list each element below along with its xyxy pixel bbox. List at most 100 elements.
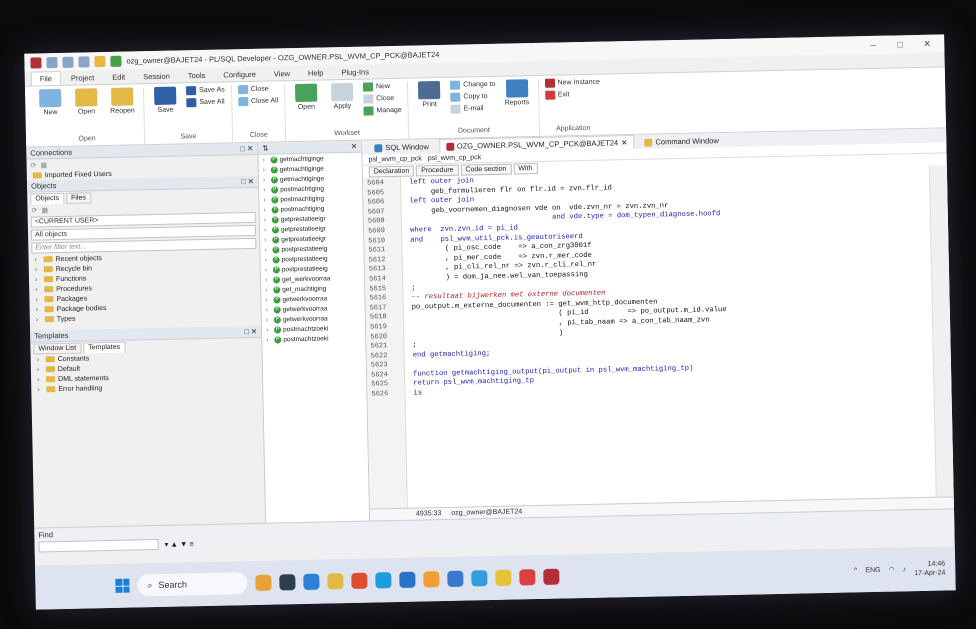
wifi-icon[interactable]: ◠ (888, 566, 894, 574)
file-explorer-icon[interactable] (327, 573, 344, 590)
email-button[interactable]: E-mail (450, 104, 496, 114)
task-view-icon[interactable] (279, 574, 296, 591)
plsql-developer-icon[interactable] (543, 568, 560, 585)
edge-icon[interactable] (375, 572, 392, 589)
filter-icon[interactable]: ▦ (40, 161, 47, 169)
workset-manage-button[interactable]: Manage (363, 106, 402, 116)
workset-apply-button[interactable]: Apply (327, 82, 358, 111)
language-indicator[interactable]: ENG (865, 566, 880, 573)
new-instance-button[interactable]: New Instance (544, 78, 600, 88)
vscode-icon[interactable] (399, 571, 416, 588)
refresh-icon[interactable]: ⟳ (31, 161, 37, 169)
save-button[interactable]: Save (150, 86, 181, 114)
object-list-close-icon[interactable]: ✕ (351, 142, 357, 151)
workset-new-button[interactable]: New (362, 82, 401, 92)
objects-refresh-icon[interactable]: ⟳ (31, 206, 37, 214)
code-editor[interactable]: 5604 5605 5606 5607 5608 5609 5610 5611 5612 5613… (362, 165, 954, 509)
teams-icon[interactable] (303, 573, 320, 590)
expand-icon[interactable]: › (264, 246, 270, 253)
expand-icon[interactable]: › (265, 256, 271, 263)
close-all-button[interactable]: Close All (237, 96, 278, 107)
expand-icon[interactable]: › (265, 266, 271, 273)
sub-tab-spec[interactable]: psl_wvm_cp_pck (368, 155, 421, 163)
clock[interactable]: 14:46 17-Apr-24 (914, 560, 946, 579)
workset-open-button[interactable]: Open (291, 83, 322, 111)
close-doc-button[interactable]: Close (237, 84, 278, 95)
templates-pin-icon[interactable]: □ ✕ (244, 327, 257, 336)
pin-icon[interactable]: □ ✕ (240, 144, 253, 153)
maximize-button[interactable]: □ (889, 39, 911, 49)
tab-view[interactable]: View (266, 67, 298, 81)
tab-templates[interactable]: Templates (83, 341, 126, 354)
volume-icon[interactable]: ♪ (903, 566, 907, 573)
expand-icon[interactable]: › (265, 286, 271, 293)
workset-close-button[interactable]: Close (363, 94, 401, 104)
quick-open-icon[interactable] (62, 56, 74, 68)
chevron-up-icon[interactable]: ^ (854, 567, 857, 574)
exit-button[interactable]: Exit (544, 90, 601, 100)
save-all-button[interactable]: Save All (186, 98, 225, 108)
tab-session[interactable]: Session (135, 69, 178, 83)
expand-icon[interactable]: › (263, 196, 269, 203)
sub-tab-body[interactable]: psl_wvm_cp_pck (428, 154, 481, 162)
minimize-button[interactable]: – (862, 40, 884, 50)
expand-icon[interactable]: › (266, 316, 272, 323)
expand-icon[interactable]: › (264, 206, 270, 213)
app-icon[interactable] (447, 570, 464, 587)
copy-to-button[interactable]: Copy to (450, 92, 495, 102)
objects-filter-icon[interactable]: ▦ (41, 206, 48, 214)
expand-icon[interactable]: › (263, 186, 269, 193)
object-list-item[interactable]: › Ppostmachtzoeki (262, 333, 365, 345)
close-button[interactable]: ✕ (916, 38, 938, 49)
app-icon[interactable] (471, 570, 488, 587)
expand-icon[interactable]: › (265, 296, 271, 303)
code-text[interactable]: left outer join geb_formulieren flr on f… (401, 166, 936, 508)
expand-icon[interactable]: › (264, 236, 270, 243)
quick-execute-icon[interactable] (110, 55, 122, 67)
tab-project[interactable]: Project (63, 71, 103, 85)
tab-configure[interactable]: Configure (215, 68, 264, 82)
templates-title: Templates (34, 330, 69, 341)
reports-button[interactable]: Reports (501, 79, 532, 107)
taskbar-search[interactable]: ⌕ Search (137, 572, 248, 597)
sort-icon[interactable]: ⇅ (262, 144, 268, 153)
tab-plug-ins[interactable]: Plug-Ins (333, 65, 377, 79)
quick-save-icon[interactable] (78, 55, 90, 68)
tab-tools[interactable]: Tools (180, 69, 214, 83)
expand-icon[interactable]: › (266, 326, 272, 333)
tab-file[interactable]: File (30, 70, 62, 86)
widgets-icon[interactable] (255, 574, 272, 591)
expand-icon[interactable]: › (264, 226, 270, 233)
expand-icon[interactable]: › (265, 276, 271, 283)
quick-new-icon[interactable] (46, 56, 58, 68)
tab-close-icon[interactable]: ✕ (621, 138, 627, 147)
reopen-button[interactable]: Reopen (107, 87, 138, 115)
print-button[interactable]: Print (414, 80, 445, 109)
connection-indicator[interactable]: ozg_owner@BAJET24 (451, 508, 522, 516)
app-icon[interactable] (519, 569, 536, 586)
change-to-button[interactable]: Change to (450, 80, 496, 90)
expand-icon[interactable]: › (262, 156, 268, 163)
app-icon[interactable] (495, 569, 512, 586)
expand-icon[interactable]: › (264, 216, 270, 223)
expand-icon[interactable]: › (263, 166, 269, 173)
expand-icon[interactable]: › (266, 336, 272, 343)
tab-edit[interactable]: Edit (104, 70, 133, 84)
expand-icon[interactable]: › (266, 306, 272, 313)
tab-with[interactable]: With (513, 162, 538, 175)
open-button[interactable]: Open (71, 88, 102, 116)
find-options-icon[interactable]: ▾ ▲ ▼ ≡ (164, 539, 193, 549)
find-input[interactable] (38, 538, 159, 553)
objects-pin-icon[interactable]: □ ✕ (241, 177, 254, 186)
tab-objects[interactable]: Objects (30, 192, 65, 205)
app-icon[interactable] (423, 571, 440, 588)
tab-files[interactable]: Files (65, 192, 91, 204)
new-button[interactable]: New (35, 88, 66, 117)
chrome-icon[interactable] (351, 572, 368, 589)
tab-procedure[interactable]: Procedure (416, 164, 459, 177)
expand-icon[interactable]: › (263, 176, 269, 183)
windows-start-icon[interactable] (115, 578, 130, 593)
quick-run-icon[interactable] (94, 55, 106, 67)
tab-help[interactable]: Help (300, 66, 332, 80)
save-as-button[interactable]: Save As (185, 86, 225, 96)
